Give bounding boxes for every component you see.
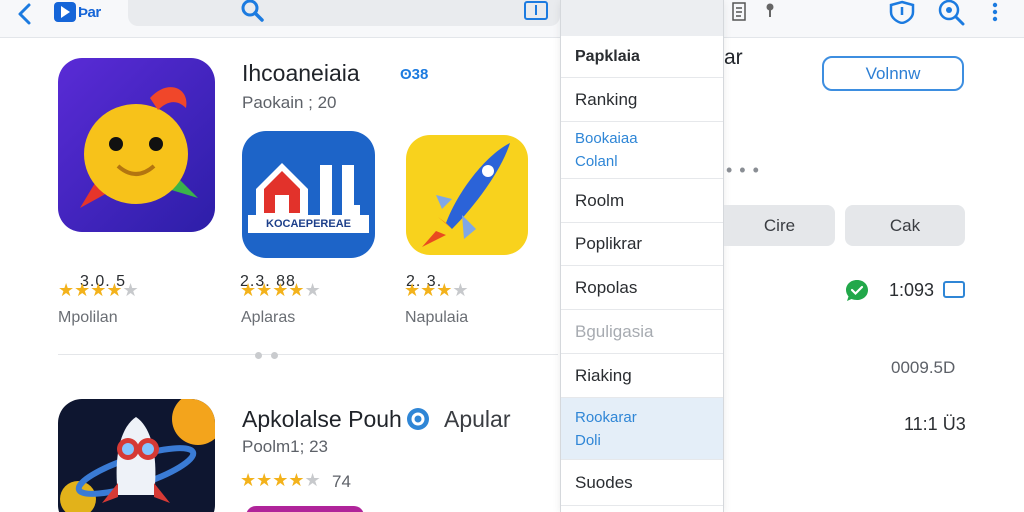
second-app-rating-count: 74 xyxy=(332,472,351,491)
dropdown-item-line: Colanl xyxy=(575,153,618,170)
top-bar: Þar xyxy=(0,0,1024,38)
dropdown-header xyxy=(561,0,723,36)
dropdown-item[interactable]: Bookaiaa Colanl xyxy=(561,122,723,179)
page-dot[interactable] xyxy=(255,352,262,359)
search-bar[interactable] xyxy=(128,0,560,26)
search-icon[interactable] xyxy=(240,0,266,29)
page-dot[interactable] xyxy=(271,352,278,359)
second-app-title[interactable]: Apkolalse Pouh xyxy=(242,406,402,433)
verified-icon xyxy=(406,407,430,436)
dropdown-item[interactable]: Ropolas xyxy=(561,266,723,310)
dropdown-item-line: Bookaiaa xyxy=(575,130,638,147)
pin-icon[interactable] xyxy=(764,2,776,25)
play-logo-icon xyxy=(54,2,76,22)
shield-icon[interactable] xyxy=(888,0,916,29)
app-logo[interactable]: Þar xyxy=(54,0,101,24)
app-category[interactable]: Mpolilan xyxy=(58,309,118,327)
section-divider xyxy=(58,354,558,355)
dropdown-item[interactable]: Suodes xyxy=(561,460,723,506)
second-app-stars: ★★★★★ xyxy=(240,470,321,490)
featured-app-badge: ʘ38 xyxy=(400,66,429,83)
dropdown-item-selected[interactable]: Rookarar Doli xyxy=(561,398,723,460)
dropdown-item[interactable]: Roolm xyxy=(561,179,723,223)
second-app-tag: Apular xyxy=(444,406,511,432)
filter-icon[interactable] xyxy=(524,1,548,26)
document-icon[interactable] xyxy=(732,2,746,27)
right-panel-title: ar xyxy=(724,46,743,69)
dropdown-item[interactable]: Bguligasia xyxy=(561,310,723,354)
app-category[interactable]: Aplaras xyxy=(241,309,295,327)
app-icon-house[interactable]: KOCAEPEREAE xyxy=(242,131,375,258)
category-dropdown: Papklaia Ranking Bookaiaa Colanl Roolm P… xyxy=(560,0,724,512)
second-app-subtitle: Poolm1; 23 xyxy=(242,437,328,456)
dropdown-item[interactable]: Riaking xyxy=(561,354,723,398)
second-app-icon[interactable] xyxy=(58,399,215,512)
app-rating-stars: ★★★★★ xyxy=(58,280,139,300)
featured-app-subtitle: Paokain ; 20 xyxy=(242,93,337,112)
next-app-icon-peek[interactable] xyxy=(246,506,364,512)
app-category[interactable]: Napulaia xyxy=(405,309,468,327)
app-rating-stars: ★★★★★ xyxy=(240,280,321,300)
dropdown-item[interactable]: Ranking xyxy=(561,78,723,122)
chat-icon[interactable] xyxy=(844,278,870,309)
dropdown-item[interactable]: Poplikrar xyxy=(561,223,723,266)
featured-app-title[interactable]: Ihcoaneiaia xyxy=(242,60,360,87)
search-zoom-icon[interactable] xyxy=(936,0,966,31)
cite-button[interactable]: Cire xyxy=(724,205,835,246)
app-rating-stars: ★★★★ xyxy=(404,280,469,300)
dropdown-item-line: Rookarar xyxy=(575,408,637,426)
back-icon[interactable] xyxy=(14,2,36,28)
view-button[interactable]: Volnnw xyxy=(822,56,964,91)
count-label: 11:1 Ü3 xyxy=(904,414,966,434)
more-dots[interactable]: • • • xyxy=(726,160,760,181)
message-icon[interactable] xyxy=(943,281,965,304)
dropdown-item-line: Doli xyxy=(575,431,601,449)
featured-app-icon[interactable] xyxy=(58,58,215,232)
cak-button[interactable]: Cak xyxy=(845,205,965,246)
size-label: 0009.5D xyxy=(891,358,956,377)
time-label: 1:093 xyxy=(889,280,935,300)
app-icon-rocket[interactable] xyxy=(406,135,528,255)
app-icon-house-text: KOCAEPEREAE xyxy=(248,215,369,233)
logo-text: Þar xyxy=(78,3,101,21)
more-menu-icon[interactable] xyxy=(990,2,1000,29)
dropdown-item[interactable]: Papklaia xyxy=(561,36,723,78)
